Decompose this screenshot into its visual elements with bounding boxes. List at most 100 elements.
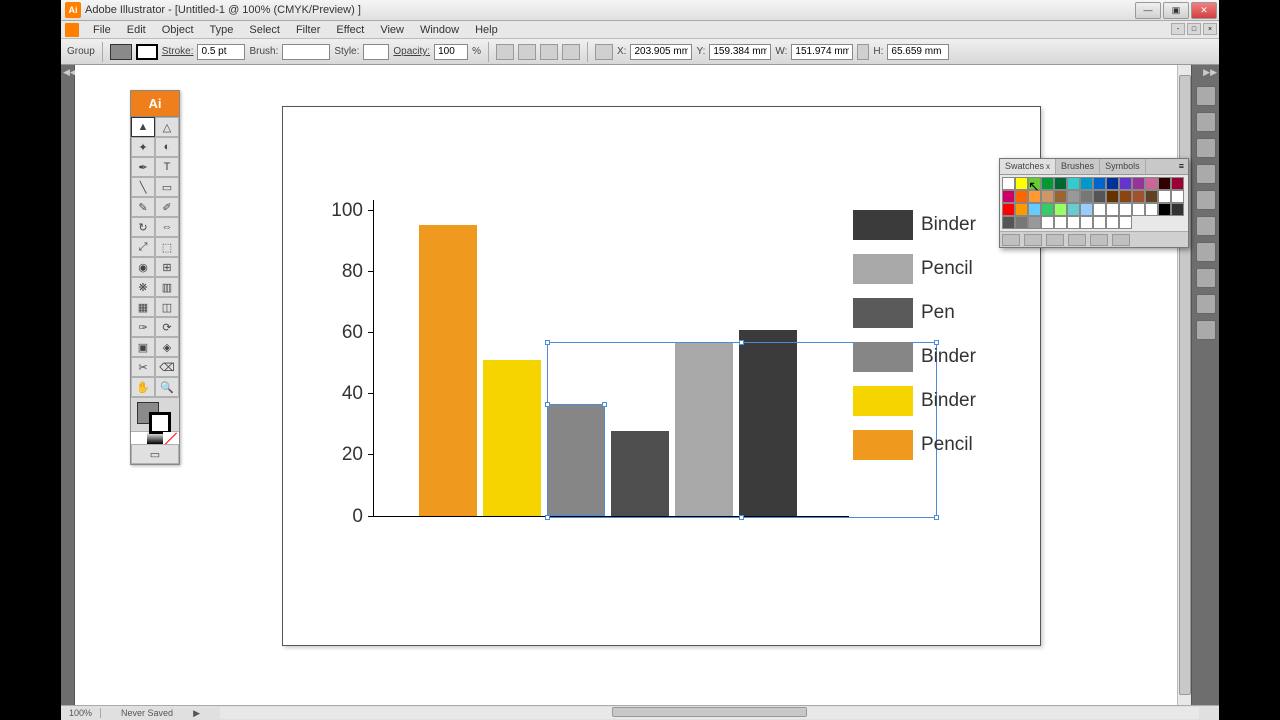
menu-select[interactable]: Select [241,22,288,38]
tab-swatches[interactable]: Swatchesx [1000,159,1056,174]
swatch-cell[interactable] [1054,216,1067,229]
hscroll-thumb[interactable] [612,707,808,717]
symbol-sprayer-tool[interactable]: ❋ [131,277,155,297]
livepaint-tool[interactable]: ▣ [131,337,155,357]
swatch-cell[interactable] [1106,216,1119,229]
magic-wand-tool[interactable]: ✦ [131,137,155,157]
swatch-options-button[interactable] [1046,234,1064,246]
transform-icon[interactable] [562,44,580,60]
stroke-label[interactable]: Stroke: [162,46,194,57]
legend-item[interactable]: Pencil [853,254,976,284]
graph-tool[interactable]: ▥ [155,277,179,297]
stroke-swatch[interactable] [136,44,158,60]
legend-item[interactable]: Pen [853,298,976,328]
swatch-cell[interactable] [1067,190,1080,203]
swatch-cell[interactable] [1080,177,1093,190]
swatch-cell[interactable] [1132,177,1145,190]
panel-icon-2[interactable] [1196,112,1216,132]
menu-object[interactable]: Object [154,22,202,38]
doc-close[interactable]: × [1203,23,1217,35]
bar-6[interactable] [739,330,797,516]
legend-item[interactable]: Pencil [853,430,976,460]
minimize-button[interactable]: — [1135,2,1161,19]
swatch-cell[interactable] [1106,190,1119,203]
fill-swatch[interactable] [110,44,132,60]
h-input[interactable] [887,44,949,60]
swatch-cell[interactable] [1028,216,1041,229]
style-input[interactable] [363,44,389,60]
eyedropper-tool[interactable]: ✑ [131,317,155,337]
color-mode[interactable] [131,432,147,444]
swatch-cell[interactable] [1171,203,1184,216]
legend-item[interactable]: Binder [853,386,976,416]
doc-restore[interactable]: □ [1187,23,1201,35]
livepaint-icon[interactable] [518,44,536,60]
swatch-cell[interactable] [1119,216,1132,229]
maximize-button[interactable]: ▣ [1163,2,1189,19]
mesh-tool[interactable]: ▦ [131,297,155,317]
fill-stroke-control[interactable] [131,397,179,431]
swatch-cell[interactable] [1041,190,1054,203]
zoom-level[interactable]: 100% [61,708,101,718]
swatch-cell[interactable] [1028,177,1041,190]
swatch-cell[interactable] [1002,203,1015,216]
gradient-tool[interactable]: ◫ [155,297,179,317]
swatch-cell[interactable] [1054,203,1067,216]
legend-item[interactable]: Binder [853,210,976,240]
line-tool[interactable]: ╲ [131,177,155,197]
swatch-cell[interactable] [1002,177,1015,190]
hand-tool[interactable]: ✋ [131,377,155,397]
swatch-cell[interactable] [1054,177,1067,190]
paintbrush-tool[interactable]: ✎ [131,197,155,217]
link-wh-icon[interactable] [857,44,869,60]
swatch-cell[interactable] [1106,177,1119,190]
menu-window[interactable]: Window [412,22,467,38]
swatch-cell[interactable] [1080,216,1093,229]
delete-swatch-button[interactable] [1112,234,1130,246]
menu-help[interactable]: Help [467,22,506,38]
bar-1[interactable] [419,225,477,516]
selection-tool[interactable]: ▲ [131,117,155,137]
panel-icon-5[interactable] [1196,190,1216,210]
swatch-cell[interactable] [1145,177,1158,190]
brush-input[interactable] [282,44,330,60]
swatch-cell[interactable] [1067,203,1080,216]
w-input[interactable] [791,44,853,60]
bar-2[interactable] [483,360,541,516]
free-transform-tool[interactable]: ⊞ [155,257,179,277]
panel-icon-9[interactable] [1196,294,1216,314]
swatch-cell[interactable] [1015,177,1028,190]
opacity-input[interactable] [434,44,468,60]
bar-3[interactable] [547,404,605,516]
legend-item[interactable]: Binder [853,342,976,372]
swatch-library-button[interactable] [1002,234,1020,246]
none-mode[interactable] [163,432,179,444]
swatch-cell[interactable] [1093,190,1106,203]
right-dock[interactable]: ▶▶ [1191,65,1219,705]
left-dock[interactable]: ◀◀ [61,65,75,720]
swatch-cell[interactable] [1119,203,1132,216]
lasso-tool[interactable]: ◐ [155,137,179,157]
swatch-cell[interactable] [1158,190,1171,203]
direct-selection-tool[interactable]: △ [155,117,179,137]
pen-tool[interactable]: ✒ [131,157,155,177]
stroke-box[interactable] [149,412,171,434]
menu-view[interactable]: View [372,22,412,38]
y-input[interactable] [709,44,771,60]
swatch-cell[interactable] [1171,190,1184,203]
close-button[interactable]: ✕ [1191,2,1217,19]
swatch-cell[interactable] [1145,190,1158,203]
panel-icon-7[interactable] [1196,242,1216,262]
swatch-cell[interactable] [1067,177,1080,190]
scale-tool[interactable]: ⤢ [131,237,155,257]
stroke-weight-input[interactable] [197,44,245,60]
panel-menu-icon[interactable]: ≡ [1175,159,1188,174]
swatch-cell[interactable] [1015,190,1028,203]
swatch-cell[interactable] [1041,216,1054,229]
panel-icon-6[interactable] [1196,216,1216,236]
menu-filter[interactable]: Filter [288,22,328,38]
swatch-cell[interactable] [1002,216,1015,229]
pencil-tool[interactable]: ✐ [155,197,179,217]
panel-icon-10[interactable] [1196,320,1216,340]
swatch-cell[interactable] [1002,190,1015,203]
